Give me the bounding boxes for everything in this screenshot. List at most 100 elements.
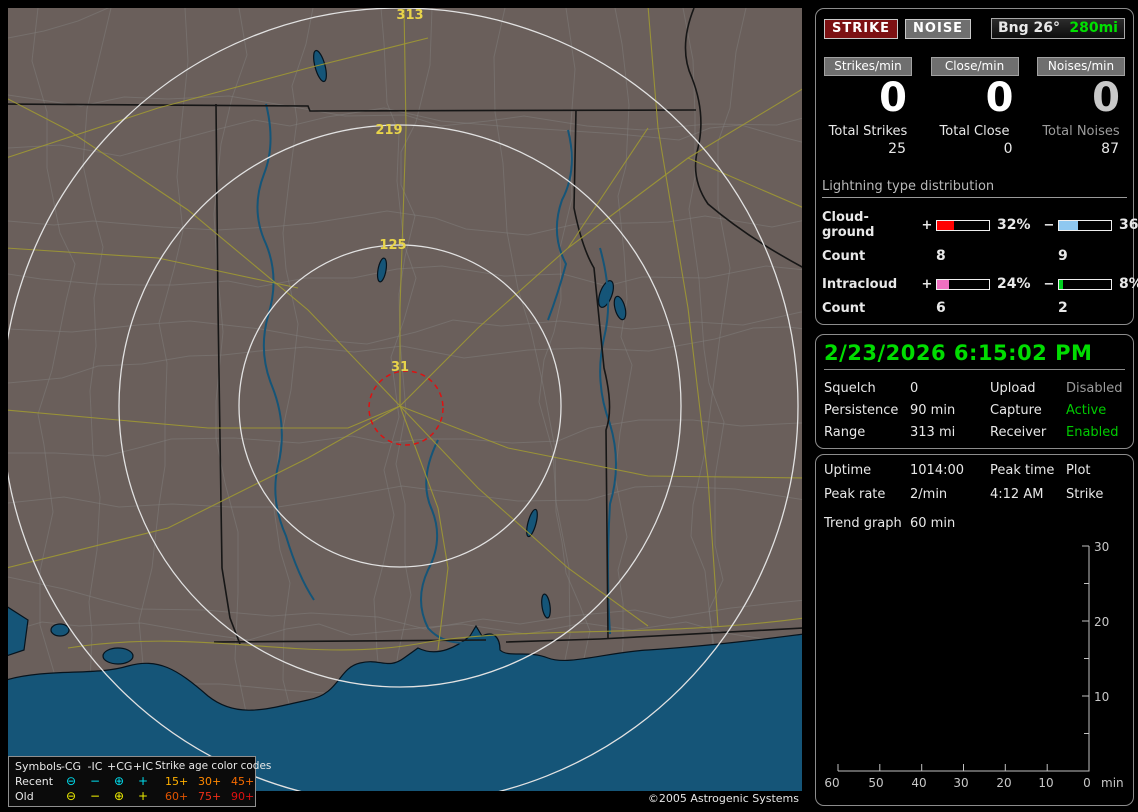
upload-label: Upload bbox=[990, 381, 1036, 396]
intracloud-count-row: Count 6 2 bbox=[822, 300, 1127, 316]
ic-positive-pct: 24% bbox=[997, 276, 1031, 292]
strikes-per-min-value: 0 bbox=[879, 75, 907, 121]
x-tick-30: 30 bbox=[953, 776, 968, 790]
ring-label-219: 219 bbox=[375, 123, 402, 138]
trend-graph-chart: 30 20 10 60 50 40 30 20 10 0 min bbox=[824, 540, 1123, 790]
age-code-75: 75+ bbox=[198, 790, 222, 803]
peak-rate-label: Peak rate bbox=[824, 487, 886, 502]
total-close-value: 0 bbox=[1003, 141, 1013, 157]
ic-negative-bar bbox=[1058, 278, 1112, 290]
x-tick-50: 50 bbox=[868, 776, 883, 790]
neg-ic-recent-icon: − bbox=[89, 774, 101, 788]
ring-label-31: 31 bbox=[391, 360, 409, 375]
ring-label-313: 313 bbox=[396, 8, 423, 23]
bearing-range-value: 280mi bbox=[1069, 20, 1118, 36]
app-window: 313 219 125 31 ©2005 Astrogenic Systems … bbox=[0, 0, 1138, 812]
legend-col-neg-ic: -IC bbox=[87, 760, 103, 773]
cg-positive-bar bbox=[936, 219, 990, 231]
age-code-60: 60+ bbox=[165, 790, 189, 803]
total-noises-value: 87 bbox=[1101, 141, 1119, 157]
cg-negative-count: 9 bbox=[1058, 248, 1068, 264]
strikes-per-min-label: Strikes/min bbox=[824, 57, 912, 76]
count-label: Count bbox=[822, 248, 866, 264]
bearing-readout: Bng 26° 280mi bbox=[991, 18, 1125, 39]
plot-label: Plot bbox=[1066, 463, 1091, 478]
noise-mode-button[interactable]: NOISE bbox=[905, 18, 972, 39]
lightning-map[interactable]: 313 219 125 31 bbox=[8, 8, 802, 791]
strike-mode-button[interactable]: STRIKE bbox=[824, 18, 899, 39]
age-code-45: 45+ bbox=[231, 775, 255, 788]
range-label: Range bbox=[824, 425, 866, 440]
legend-age-header: Strike age color codes bbox=[155, 760, 272, 772]
upload-status: Disabled bbox=[1066, 381, 1123, 396]
range-value: 313 mi bbox=[910, 425, 956, 440]
capture-status: Active bbox=[1066, 403, 1107, 418]
noises-per-min-value: 0 bbox=[1092, 75, 1120, 121]
y-tick-30: 30 bbox=[1094, 540, 1109, 554]
total-strikes-value: 25 bbox=[888, 141, 906, 157]
peak-rate-value: 2/min bbox=[910, 487, 948, 502]
noises-per-min-label: Noises/min bbox=[1037, 57, 1125, 76]
close-per-min-label: Close/min bbox=[930, 57, 1019, 76]
x-tick-10: 10 bbox=[1038, 776, 1053, 790]
receiver-status: Enabled bbox=[1066, 425, 1119, 440]
minus-sign: − bbox=[1043, 217, 1055, 233]
x-axis-unit: min bbox=[1101, 776, 1124, 790]
legend-col-pos-ic: +IC bbox=[132, 760, 154, 773]
cloud-ground-row: Cloud-ground + 32% − 36% bbox=[822, 210, 1138, 240]
intracloud-row: Intracloud + 24% − 8% bbox=[822, 276, 1138, 292]
ic-negative-pct: 8% bbox=[1119, 276, 1138, 292]
receiver-label: Receiver bbox=[990, 425, 1047, 440]
trend-x-tick-labels: 60 50 40 30 20 10 0 min bbox=[824, 776, 1123, 790]
symbol-legend: Symbols -CG -IC +CG +IC Strike age color… bbox=[8, 756, 271, 807]
noises-per-min-column: Noises/min 0 Total Noises 87 bbox=[1037, 57, 1125, 157]
minus-sign: − bbox=[1043, 276, 1055, 292]
ic-positive-count: 6 bbox=[936, 300, 946, 316]
age-code-30: 30+ bbox=[198, 775, 222, 788]
persistence-label: Persistence bbox=[824, 403, 899, 418]
neg-cg-old-icon: ⊖ bbox=[65, 789, 77, 803]
squelch-value: 0 bbox=[910, 381, 919, 396]
intracloud-label: Intracloud bbox=[822, 276, 898, 292]
plus-sign: + bbox=[921, 276, 933, 292]
squelch-label: Squelch bbox=[824, 381, 876, 396]
ic-negative-count: 2 bbox=[1058, 300, 1068, 316]
uptime-label: Uptime bbox=[824, 463, 872, 478]
cg-negative-bar bbox=[1058, 219, 1112, 231]
close-per-min-column: Close/min 0 Total Close 0 bbox=[930, 57, 1019, 157]
pos-ic-recent-icon: + bbox=[137, 774, 149, 788]
strikes-per-min-column: Strikes/min 0 Total Strikes 25 bbox=[824, 57, 912, 157]
bearing-value: Bng 26° bbox=[998, 20, 1061, 36]
legend-col-pos-cg: +CG bbox=[107, 760, 133, 773]
cg-negative-pct: 36% bbox=[1119, 217, 1138, 233]
legend-symbols-header: Symbols bbox=[15, 760, 62, 773]
cg-positive-pct: 32% bbox=[997, 217, 1031, 233]
pos-cg-old-icon: ⊕ bbox=[113, 789, 125, 803]
trend-y-tick-labels: 30 20 10 bbox=[1094, 540, 1109, 704]
uptime-value: 1014:00 bbox=[910, 463, 965, 478]
counters-panel: STRIKE NOISE Bng 26° 280mi Strikes/min 0… bbox=[815, 8, 1138, 325]
age-code-90: 90+ bbox=[231, 790, 255, 803]
trend-panel: Uptime 1014:00 Peak time Plot Peak rate … bbox=[815, 454, 1134, 806]
neg-ic-old-icon: − bbox=[89, 789, 101, 803]
datetime-display: 2/23/2026 6:15:02 PM bbox=[824, 341, 1125, 370]
pos-ic-old-icon: + bbox=[137, 789, 149, 803]
persistence-value: 90 min bbox=[910, 403, 956, 418]
legend-row-old-label: Old bbox=[15, 790, 34, 803]
pos-cg-recent-icon: ⊕ bbox=[113, 774, 125, 788]
y-tick-10: 10 bbox=[1094, 690, 1109, 704]
distribution-title: Lightning type distribution bbox=[822, 179, 1127, 198]
total-noises-label: Total Noises bbox=[1042, 124, 1120, 139]
legend-col-neg-cg: -CG bbox=[60, 760, 82, 773]
ic-positive-bar bbox=[936, 278, 990, 290]
plus-sign: + bbox=[921, 217, 933, 233]
count-label: Count bbox=[822, 300, 866, 316]
total-strikes-label: Total Strikes bbox=[828, 124, 908, 139]
cloud-ground-count-row: Count 8 9 bbox=[822, 248, 1127, 264]
plot-mode-value: Strike bbox=[1066, 487, 1104, 502]
ring-label-125: 125 bbox=[379, 238, 406, 253]
age-code-15: 15+ bbox=[165, 775, 189, 788]
peak-time-value: 4:12 AM bbox=[990, 487, 1044, 502]
cloud-ground-label: Cloud-ground bbox=[822, 210, 875, 240]
total-close-label: Total Close bbox=[939, 124, 1010, 139]
